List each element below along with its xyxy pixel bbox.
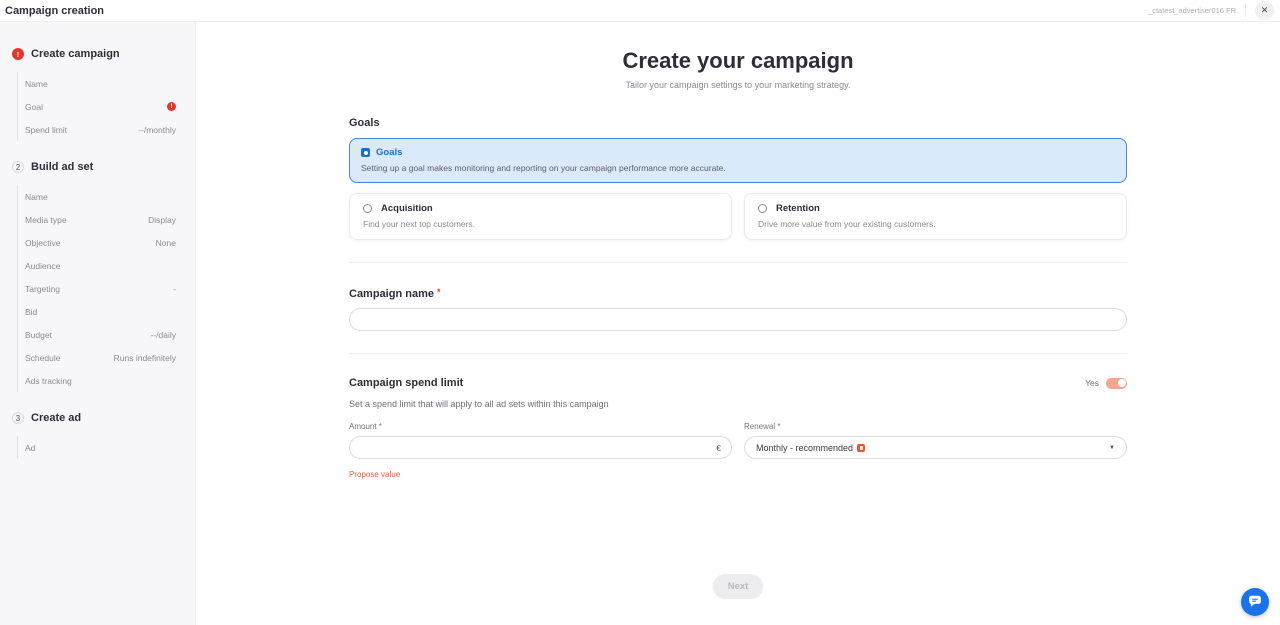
spend-limit-fields: Amount * € Renewal * Monthly - recommend… xyxy=(349,422,1127,459)
sidebar-item-objective[interactable]: Objective None xyxy=(25,231,195,254)
main-content: Create your campaign Tailor your campaig… xyxy=(349,22,1127,625)
goal-option-acquisition[interactable]: Acquisition Find your next top customers… xyxy=(349,193,732,240)
top-bar-right: _ctatest_advertiser016 FR ✕ xyxy=(1148,1,1274,20)
step-1-items: Name Goal ! Spend limit --/monthly xyxy=(17,72,195,141)
sidebar-item-media-type[interactable]: Media type Display xyxy=(25,208,195,231)
campaign-name-input[interactable] xyxy=(349,308,1127,331)
sidebar-step-create-ad[interactable]: 3 Create ad xyxy=(12,412,195,424)
sidebar-item-spend-limit[interactable]: Spend limit --/monthly xyxy=(25,118,195,141)
sidebar-item-ads-tracking[interactable]: Ads tracking xyxy=(25,369,195,392)
radio-button-icon[interactable] xyxy=(363,204,372,213)
campaign-name-label: Campaign name* xyxy=(349,287,1127,300)
section-divider xyxy=(349,353,1127,354)
step-3-items: Ad xyxy=(17,436,195,459)
sidebar-item-name[interactable]: Name xyxy=(25,72,195,95)
goals-info-banner: Goals Setting up a goal makes monitoring… xyxy=(349,138,1127,183)
sidebar-item-budget[interactable]: Budget --/daily xyxy=(25,323,195,346)
window-title: Campaign creation xyxy=(5,5,104,17)
sidebar-item-bid[interactable]: Bid xyxy=(25,300,195,323)
currency-symbol: € xyxy=(716,443,721,453)
sidebar-item-schedule[interactable]: Schedule Runs indefinitely xyxy=(25,346,195,369)
renewal-select[interactable]: Monthly - recommended ▼ xyxy=(744,436,1127,459)
goal-options: Acquisition Find your next top customers… xyxy=(349,193,1127,240)
page-subtitle: Tailor your campaign settings to your ma… xyxy=(349,80,1127,90)
spend-limit-heading: Campaign spend limit xyxy=(349,377,463,389)
sidebar-item-goal[interactable]: Goal ! xyxy=(25,95,195,118)
goals-banner-title: Goals xyxy=(376,147,402,158)
error-icon: ! xyxy=(167,102,176,111)
spend-limit-toggle[interactable] xyxy=(1106,378,1127,389)
goals-banner-head: Goals xyxy=(361,147,1115,158)
steps-sidebar: ! Create campaign Name Goal ! Spend limi… xyxy=(0,22,196,625)
campaign-creation-window: Campaign creation _ctatest_advertiser016… xyxy=(0,0,1280,625)
required-asterisk: * xyxy=(437,287,441,297)
next-button[interactable]: Next xyxy=(713,574,764,599)
amount-input[interactable] xyxy=(349,436,732,459)
spend-limit-toggle-wrap: Yes xyxy=(1085,378,1127,389)
propose-value-link[interactable]: Propose value xyxy=(349,470,400,479)
step-number: 2 xyxy=(12,161,24,173)
error-icon: ! xyxy=(12,48,24,60)
goals-banner-description: Setting up a goal makes monitoring and r… xyxy=(361,163,1115,173)
toggle-knob xyxy=(1118,379,1126,387)
close-button[interactable]: ✕ xyxy=(1255,1,1274,20)
chat-fab-button[interactable] xyxy=(1241,588,1269,616)
radio-button-icon[interactable] xyxy=(758,204,767,213)
next-button-row: Next xyxy=(349,574,1127,599)
account-name: _ctatest_advertiser016 FR xyxy=(1148,6,1236,15)
recommended-badge-icon xyxy=(857,444,865,452)
goal-option-retention[interactable]: Retention Drive more value from your exi… xyxy=(744,193,1127,240)
amount-field-col: Amount * € xyxy=(349,422,732,459)
sidebar-step-create-campaign[interactable]: ! Create campaign xyxy=(12,48,195,60)
sidebar-item-targeting[interactable]: Targeting - xyxy=(25,277,195,300)
step-label: Create campaign xyxy=(31,48,120,60)
sidebar-step-build-ad-set[interactable]: 2 Build ad set xyxy=(12,161,195,173)
close-icon: ✕ xyxy=(1261,5,1269,16)
chevron-down-icon: ▼ xyxy=(1109,445,1115,451)
toggle-label: Yes xyxy=(1085,378,1099,388)
step-number: 3 xyxy=(12,412,24,424)
sidebar-item-ad[interactable]: Ad xyxy=(25,436,195,459)
renewal-field-col: Renewal * Monthly - recommended ▼ xyxy=(744,422,1127,459)
step-2-items: Name Media type Display Objective None A… xyxy=(17,185,195,392)
section-divider xyxy=(349,262,1127,263)
spend-limit-header-row: Campaign spend limit Yes xyxy=(349,377,1127,389)
top-bar-divider xyxy=(1245,4,1246,17)
renewal-label: Renewal * xyxy=(744,422,1127,431)
spend-limit-description: Set a spend limit that will apply to all… xyxy=(349,399,1127,409)
goals-section-heading: Goals xyxy=(349,117,1127,129)
sidebar-item-adset-name[interactable]: Name xyxy=(25,185,195,208)
step-label: Create ad xyxy=(31,412,81,424)
top-bar: Campaign creation _ctatest_advertiser016… xyxy=(0,0,1280,22)
amount-label: Amount * xyxy=(349,422,732,431)
goal-target-icon xyxy=(361,148,370,157)
page-title: Create your campaign xyxy=(349,48,1127,74)
chat-bubble-icon xyxy=(1248,594,1262,611)
step-label: Build ad set xyxy=(31,161,93,173)
sidebar-item-audience[interactable]: Audience xyxy=(25,254,195,277)
